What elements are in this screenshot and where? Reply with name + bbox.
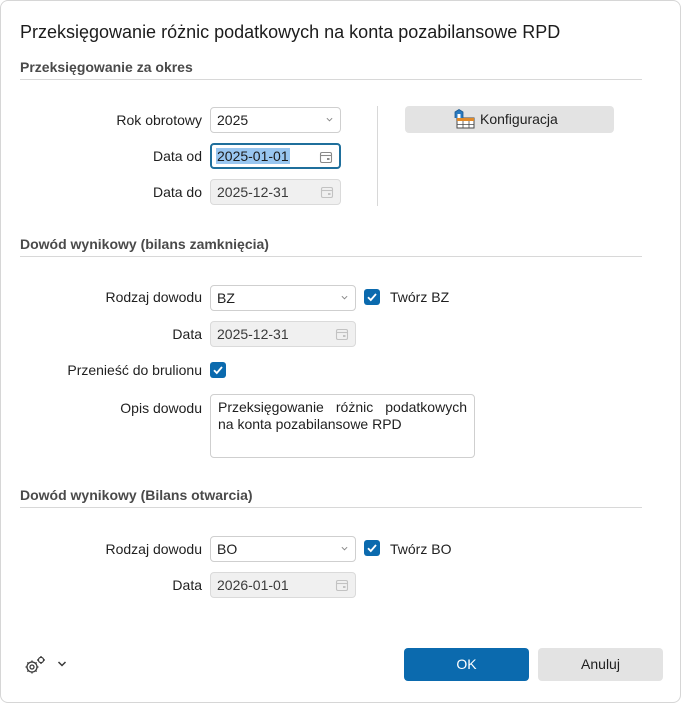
chevron-down-icon bbox=[341, 295, 348, 300]
przeniesc-do-brulionu-checkbox[interactable] bbox=[210, 362, 226, 378]
opis-dowodu-label: Opis dowodu bbox=[120, 400, 202, 416]
dialog: Przeksięgowanie różnic podatkowych na ko… bbox=[0, 0, 681, 703]
tworz-bz-checkbox[interactable] bbox=[364, 289, 380, 305]
section-title-bo: Dowód wynikowy (Bilans otwarcia) bbox=[20, 487, 253, 503]
rodzaj-dowodu-bo-value: BO bbox=[217, 541, 238, 557]
settings-menu-button[interactable] bbox=[23, 654, 71, 676]
calendar-icon bbox=[320, 186, 334, 199]
data-bo-label: Data bbox=[172, 577, 202, 593]
section-title-bz: Dowód wynikowy (bilans zamknięcia) bbox=[20, 236, 269, 252]
divider bbox=[20, 507, 642, 508]
data-do-value: 2025-12-31 bbox=[217, 184, 289, 200]
rodzaj-dowodu-bo-label: Rodzaj dowodu bbox=[105, 541, 202, 557]
ok-button[interactable]: OK bbox=[404, 648, 529, 681]
data-od-value: 2025-01-01 bbox=[216, 148, 290, 164]
tworz-bz-label: Twórz BZ bbox=[390, 289, 450, 305]
check-icon bbox=[367, 544, 377, 553]
data-bz-value: 2025-12-31 bbox=[217, 326, 289, 342]
chevron-down-icon bbox=[326, 117, 333, 122]
data-do-input: 2025-12-31 bbox=[210, 179, 341, 205]
rok-obrotowy-select[interactable]: 2025 bbox=[210, 107, 341, 133]
calendar-icon bbox=[335, 328, 349, 341]
tworz-bo-label: Twórz BO bbox=[390, 541, 452, 557]
data-bo-input: 2026-01-01 bbox=[210, 572, 356, 598]
konfiguracja-button[interactable]: Konfiguracja bbox=[405, 106, 614, 133]
vertical-divider bbox=[377, 106, 378, 206]
divider bbox=[20, 256, 642, 257]
section-title-period: Przeksięgowanie za okres bbox=[20, 59, 193, 75]
data-bz-label: Data bbox=[172, 326, 202, 342]
data-bz-input: 2025-12-31 bbox=[210, 321, 356, 347]
rok-obrotowy-label: Rok obrotowy bbox=[116, 112, 202, 128]
divider bbox=[20, 79, 642, 80]
configuration-icon bbox=[454, 109, 475, 129]
rodzaj-dowodu-bz-select[interactable]: BZ bbox=[210, 285, 356, 311]
rodzaj-dowodu-bo-select[interactable]: BO bbox=[210, 536, 356, 562]
dialog-title: Przeksięgowanie różnic podatkowych na ko… bbox=[20, 22, 561, 42]
data-bo-value: 2026-01-01 bbox=[217, 577, 289, 593]
data-do-label: Data do bbox=[152, 184, 202, 200]
rok-obrotowy-value: 2025 bbox=[217, 112, 249, 128]
tworz-bo-checkbox[interactable] bbox=[364, 540, 380, 556]
check-icon bbox=[213, 366, 223, 375]
cancel-button[interactable]: Anuluj bbox=[538, 648, 663, 681]
check-icon bbox=[367, 293, 377, 302]
calendar-icon bbox=[335, 579, 349, 592]
rodzaj-dowodu-bz-label: Rodzaj dowodu bbox=[105, 289, 202, 305]
data-od-input[interactable]: 2025-01-01 bbox=[210, 143, 341, 169]
data-od-label: Data od bbox=[152, 148, 202, 164]
konfiguracja-label: Konfiguracja bbox=[480, 111, 558, 127]
calendar-icon[interactable] bbox=[319, 150, 333, 164]
przeniesc-do-brulionu-label: Przenieść do brulionu bbox=[67, 362, 202, 378]
gear-icon bbox=[25, 656, 45, 674]
rodzaj-dowodu-bz-value: BZ bbox=[217, 290, 235, 306]
chevron-down-icon bbox=[341, 546, 348, 551]
opis-dowodu-textarea[interactable]: Przeksięgowanie różnic podatkowych na ko… bbox=[210, 394, 475, 458]
chevron-down-icon bbox=[57, 661, 67, 667]
